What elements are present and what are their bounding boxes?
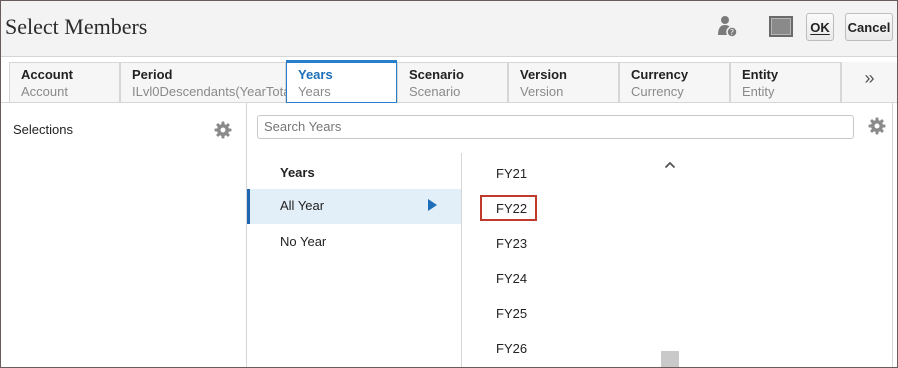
tab-name: Scenario: [409, 67, 464, 82]
selections-panel: Selections: [1, 103, 247, 367]
tab-name: Years: [298, 67, 333, 82]
dialog-title: Select Members: [5, 14, 148, 39]
expand-arrow-icon[interactable]: [428, 199, 437, 211]
highlight-box: [480, 195, 537, 221]
list-item-label: All Year: [280, 198, 325, 213]
member-properties-icon[interactable]: ?: [717, 15, 739, 39]
tab-account[interactable]: Account Account: [9, 62, 120, 102]
tab-version[interactable]: Version Version: [508, 62, 619, 102]
hierarchy-column: Years All Year No Year: [247, 153, 462, 367]
members-column: FY21 FY22 FY23 FY24 FY25 FY26: [463, 153, 679, 367]
tab-selection: Scenario: [409, 84, 461, 99]
dialog-header: Select Members ? OK Cancel: [1, 1, 897, 57]
gear-icon[interactable]: [868, 117, 886, 135]
tab-scenario[interactable]: Scenario Scenario: [397, 62, 508, 102]
gear-icon[interactable]: [214, 121, 232, 139]
members-scrollbar[interactable]: [661, 153, 679, 367]
tab-selection: Entity: [742, 84, 775, 99]
tab-selection: Account: [21, 84, 68, 99]
tab-currency[interactable]: Currency Currency: [619, 62, 730, 102]
list-item-no-year[interactable]: No Year: [247, 225, 461, 260]
ok-button-label: OK: [810, 19, 830, 35]
ok-button[interactable]: OK: [806, 13, 834, 41]
cancel-button-label: Cancel: [847, 19, 891, 35]
svg-text:?: ?: [730, 28, 734, 37]
tab-entity[interactable]: Entity Entity: [730, 62, 841, 102]
member-item[interactable]: FY25: [496, 306, 527, 321]
more-tabs-icon[interactable]: »: [841, 62, 897, 102]
tab-selection: Version: [520, 84, 564, 99]
tab-period[interactable]: Period ILvl0Descendants(YearTotal): [120, 62, 298, 102]
tab-selection: ILvl0Descendants(YearTotal): [132, 84, 298, 99]
list-item-label: No Year: [280, 234, 327, 249]
tab-name: Currency: [631, 67, 689, 82]
tab-years[interactable]: Years Years: [286, 60, 397, 103]
member-item[interactable]: FY26: [496, 341, 527, 356]
hierarchy-header: Years: [280, 165, 315, 180]
dimension-tabs: Account Account Period ILvl0Descendants(…: [1, 57, 897, 103]
chevron-up-icon[interactable]: [664, 157, 676, 169]
scroll-thumb[interactable]: [661, 351, 679, 367]
member-item[interactable]: FY24: [496, 271, 527, 286]
display-toggle-button[interactable]: [769, 16, 793, 37]
member-item[interactable]: FY21: [496, 166, 527, 181]
tab-name: Entity: [742, 67, 779, 82]
selections-label: Selections: [13, 122, 73, 137]
select-members-dialog: Select Members ? OK Cancel Account Accou…: [0, 0, 898, 368]
search-placeholder: Search Years: [264, 119, 342, 134]
tab-selection: Years: [298, 84, 331, 99]
list-item-all-year[interactable]: All Year: [247, 189, 461, 224]
panel-divider: [892, 103, 893, 367]
search-input[interactable]: Search Years: [257, 115, 854, 139]
member-item[interactable]: FY23: [496, 236, 527, 251]
tab-name: Account: [21, 67, 73, 82]
cancel-button[interactable]: Cancel: [845, 13, 893, 41]
tab-selection: Currency: [631, 84, 684, 99]
tab-name: Period: [132, 67, 173, 82]
tab-name: Version: [520, 67, 567, 82]
